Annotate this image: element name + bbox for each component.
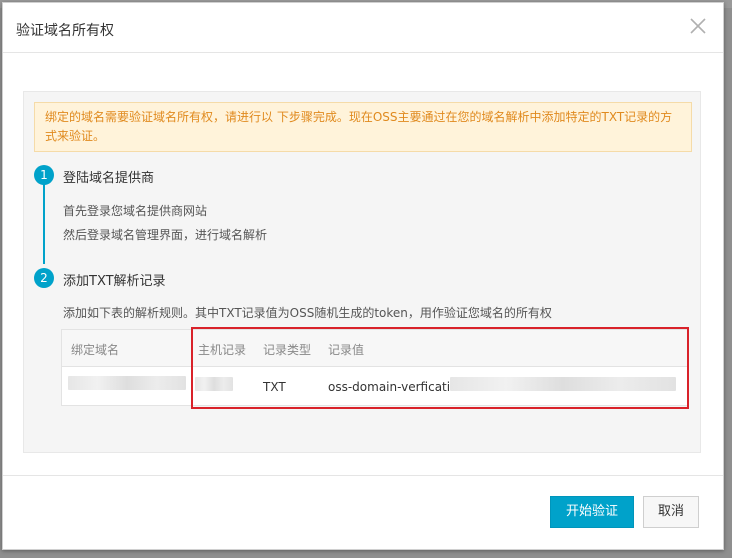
close-icon[interactable]	[687, 15, 709, 37]
header-record-type: 记录类型	[263, 343, 312, 357]
verify-domain-dialog: 验证域名所有权 绑定的域名需要验证域名所有权，请进行以 下步骤完成。现在OSS主…	[2, 2, 724, 550]
header-bound-domain: 绑定域名	[71, 343, 120, 357]
notice-text: 绑定的域名需要验证域名所有权，请进行以 下步骤完成。现在OSS主要通过在您的域名…	[45, 110, 673, 143]
notice-banner: 绑定的域名需要验证域名所有权，请进行以 下步骤完成。现在OSS主要通过在您的域名…	[34, 102, 692, 152]
step-1-number: 1	[34, 165, 54, 185]
header-record-value: 记录值	[328, 343, 365, 357]
record-type-cell: TXT	[263, 380, 286, 394]
step-connector-line	[43, 174, 45, 264]
host-record-redacted	[195, 377, 233, 391]
header-host-record: 主机记录	[198, 343, 247, 357]
step-2-number: 2	[34, 268, 54, 288]
cancel-button[interactable]: 取消	[643, 496, 699, 528]
record-value-token-redacted	[450, 377, 676, 391]
dns-record-table: 绑定域名 主机记录 记录类型 记录值 TXT oss-domain-verfic…	[61, 329, 688, 406]
step-1-desc-line-2: 然后登录域名管理界面，进行域名解析	[63, 228, 268, 242]
step-2-desc: 添加如下表的解析规则。其中TXT记录值为OSS随机生成的token，用作验证您域…	[63, 306, 552, 320]
dialog-header: 验证域名所有权	[3, 3, 723, 53]
dialog-footer: 开始验证 取消	[3, 475, 723, 551]
dialog-body: 绑定的域名需要验证域名所有权，请进行以 下步骤完成。现在OSS主要通过在您的域名…	[23, 91, 701, 453]
step-1-title: 登陆域名提供商	[63, 171, 155, 186]
record-value-cell: oss-domain-verfication	[328, 380, 466, 394]
table-header-row: 绑定域名 主机记录 记录类型 记录值	[62, 330, 687, 367]
bound-domain-redacted	[68, 376, 186, 390]
dialog-title: 验证域名所有权	[16, 23, 114, 39]
step-1-desc-line-1: 首先登录您域名提供商网站	[63, 204, 208, 218]
start-verify-button[interactable]: 开始验证	[550, 496, 634, 528]
step-2-title: 添加TXT解析记录	[63, 274, 166, 289]
